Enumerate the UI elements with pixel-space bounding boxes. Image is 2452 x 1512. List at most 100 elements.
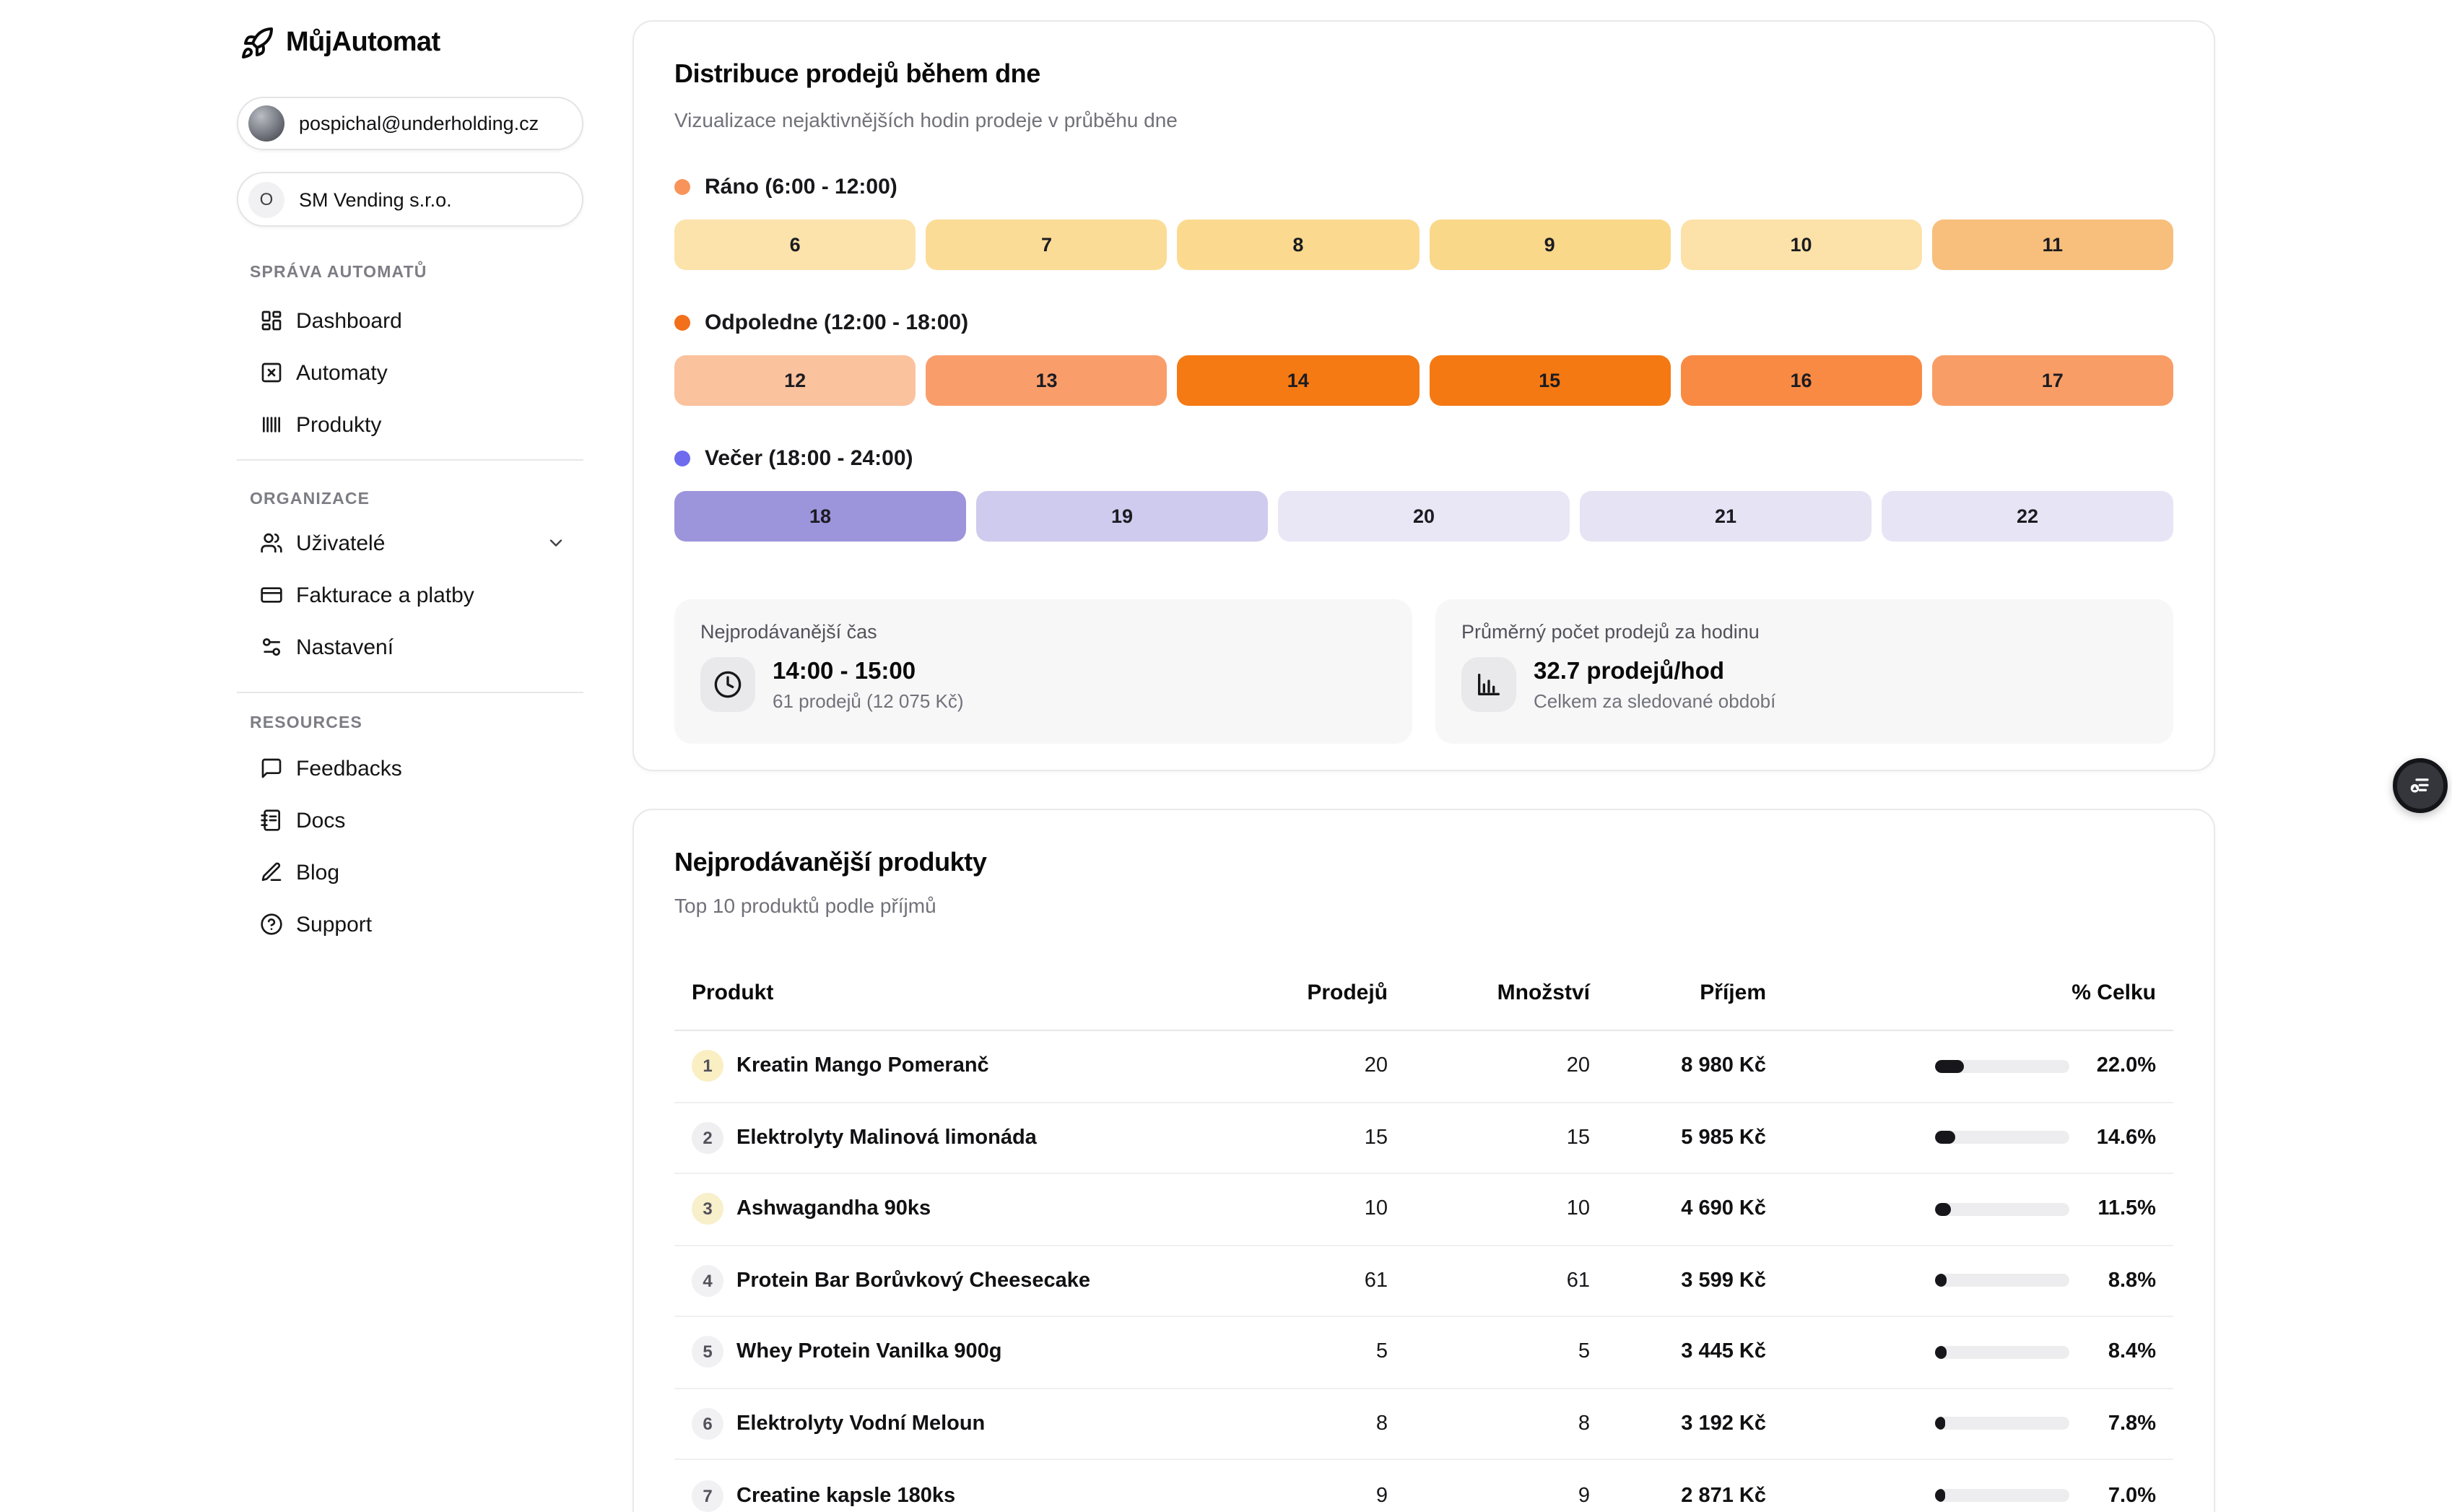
- sidebar-item-produkty[interactable]: Produkty: [237, 399, 583, 451]
- col-header-prijem: Příjem: [1590, 980, 1766, 1004]
- message-square-icon: [260, 757, 283, 780]
- sidebar-item-label: Dashboard: [296, 308, 402, 333]
- credit-card-icon: [260, 583, 283, 607]
- help-circle-icon: [260, 913, 283, 936]
- hour-cell: 10: [1680, 220, 1921, 270]
- app-viewport: MůjAutomat pospichal@underholding.cz O S…: [0, 0, 2452, 1512]
- notebook-icon: [260, 809, 283, 832]
- sidebar-item-label: Uživatelé: [296, 531, 385, 555]
- pct-bar: [1935, 1131, 2069, 1144]
- sidebar-item-feedbacks[interactable]: Feedbacks: [237, 742, 583, 794]
- hour-cell: 9: [1429, 220, 1670, 270]
- hour-cell: 18: [674, 491, 966, 542]
- rank-badge: 6: [692, 1408, 723, 1440]
- col-header-prodeju: Prodejů: [1214, 980, 1388, 1004]
- pct-bar: [1935, 1417, 2069, 1430]
- section-label-sprava-automatu: SPRÁVA AUTOMATŮ: [237, 264, 583, 282]
- sidebar-item-uzivatele[interactable]: Uživatelé: [237, 517, 583, 569]
- bar-chart-icon: [1461, 657, 1516, 712]
- products-subtitle: Top 10 produktů podle příjmů: [674, 891, 2173, 920]
- sidebar-item-label: Nastavení: [296, 635, 394, 659]
- users-icon: [260, 531, 283, 555]
- period-dot: [674, 178, 690, 194]
- sidebar-item-nastaveni[interactable]: Nastavení: [237, 621, 583, 673]
- sales-count: 8: [1214, 1412, 1388, 1435]
- period-label-vecer: Večer (18:00 - 24:00): [674, 443, 2173, 472]
- revenue: 4 690 Kč: [1590, 1198, 1766, 1221]
- main-content: Distribuce prodejů během dne Vizualizace…: [632, 0, 2215, 1512]
- chevron-down-icon[interactable]: [546, 533, 566, 553]
- quantity: 5: [1388, 1341, 1590, 1364]
- col-header-pct-celku: % Celku: [1766, 980, 2176, 1004]
- rank-badge: 2: [692, 1122, 723, 1154]
- sales-count: 9: [1214, 1485, 1388, 1508]
- org-initial-badge: O: [248, 181, 284, 217]
- account-email-button[interactable]: pospichal@underholding.cz: [237, 97, 583, 150]
- nav-sprava-automatu: Dashboard Automaty Produkty: [237, 295, 583, 451]
- feedback-widget-button[interactable]: [2393, 758, 2448, 813]
- pct-of-total: 8.8%: [2069, 1269, 2176, 1292]
- nav-resources: Feedbacks Docs Blog Support: [237, 742, 583, 950]
- section-label-resources: RESOURCES: [237, 715, 583, 732]
- quantity: 15: [1388, 1126, 1590, 1150]
- col-header-mnozstvi: Množství: [1388, 980, 1590, 1004]
- rank-badge: 4: [692, 1265, 723, 1297]
- hour-cell: 15: [1429, 355, 1670, 406]
- product-name: Protein Bar Borůvkový Cheesecake: [736, 1269, 1090, 1292]
- sidebar-item-docs[interactable]: Docs: [237, 794, 583, 846]
- col-header-produkt: Produkt: [674, 980, 1214, 1004]
- table-row: 6 Elektrolyty Vodní Meloun 8 8 3 192 Kč …: [674, 1389, 2173, 1460]
- sidebar-item-label: Support: [296, 912, 372, 937]
- rank-badge: 1: [692, 1051, 723, 1082]
- org-name: SM Vending s.r.o.: [299, 188, 452, 210]
- quantity: 10: [1388, 1198, 1590, 1221]
- sidebar-item-blog[interactable]: Blog: [237, 846, 583, 898]
- revenue: 5 985 Kč: [1590, 1126, 1766, 1150]
- sales-count: 20: [1214, 1055, 1388, 1078]
- period-dot: [674, 314, 690, 330]
- pct-bar: [1935, 1060, 2069, 1073]
- nav-organizace: Uživatelé Fakturace a platby Nastavení: [237, 517, 583, 673]
- sidebar-item-dashboard[interactable]: Dashboard: [237, 295, 583, 347]
- sales-count: 5: [1214, 1341, 1388, 1364]
- pct-bar: [1935, 1274, 2069, 1287]
- pct-of-total: 11.5%: [2069, 1198, 2176, 1221]
- app-logo[interactable]: MůjAutomat: [237, 23, 583, 64]
- sidebar-item-automaty[interactable]: Automaty: [237, 347, 583, 399]
- feedback-widget-icon: [2406, 771, 2435, 800]
- table-header-row: Produkt Prodejů Množství Příjem % Celku: [674, 978, 2173, 1007]
- hour-cell: 16: [1680, 355, 1921, 406]
- quantity: 61: [1388, 1269, 1590, 1292]
- period-label-odpoledne: Odpoledne (12:00 - 18:00): [674, 308, 2173, 336]
- revenue: 3 192 Kč: [1590, 1412, 1766, 1435]
- hour-cell: 20: [1278, 491, 1570, 542]
- sidebar-item-label: Feedbacks: [296, 756, 402, 781]
- sidebar-item-label: Automaty: [296, 360, 388, 385]
- sidebar: MůjAutomat pospichal@underholding.cz O S…: [237, 0, 583, 950]
- rank-badge: 3: [692, 1194, 723, 1225]
- sidebar-item-label: Docs: [296, 808, 345, 833]
- sidebar-item-fakturace[interactable]: Fakturace a platby: [237, 569, 583, 621]
- product-name: Kreatin Mango Pomeranč: [736, 1055, 989, 1078]
- hour-cell: 6: [674, 220, 916, 270]
- dashboard-icon: [260, 309, 283, 332]
- app-title: MůjAutomat: [286, 27, 440, 59]
- product-name: Creatine kapsle 180ks: [736, 1485, 955, 1508]
- top-products-card: Nejprodávanější produkty Top 10 produktů…: [632, 809, 2215, 1512]
- hour-cell: 13: [926, 355, 1167, 406]
- product-name: Elektrolyty Vodní Meloun: [736, 1412, 985, 1435]
- stat-value: 14:00 - 15:00: [773, 657, 964, 687]
- distribution-card: Distribuce prodejů během dne Vizualizace…: [632, 20, 2215, 771]
- pen-icon: [260, 861, 283, 884]
- distribution-title: Distribuce prodejů během dne: [674, 56, 2173, 91]
- quantity: 8: [1388, 1412, 1590, 1435]
- sales-count: 15: [1214, 1126, 1388, 1150]
- pct-of-total: 7.0%: [2069, 1485, 2176, 1508]
- hour-cell: 12: [674, 355, 916, 406]
- stats-row: Nejprodávanější čas 14:00 - 15:00 61 pro…: [674, 599, 2173, 744]
- hour-cell: 14: [1178, 355, 1419, 406]
- revenue: 3 445 Kč: [1590, 1341, 1766, 1364]
- revenue: 8 980 Kč: [1590, 1055, 1766, 1078]
- sidebar-item-support[interactable]: Support: [237, 898, 583, 950]
- organization-switcher[interactable]: O SM Vending s.r.o.: [237, 172, 583, 227]
